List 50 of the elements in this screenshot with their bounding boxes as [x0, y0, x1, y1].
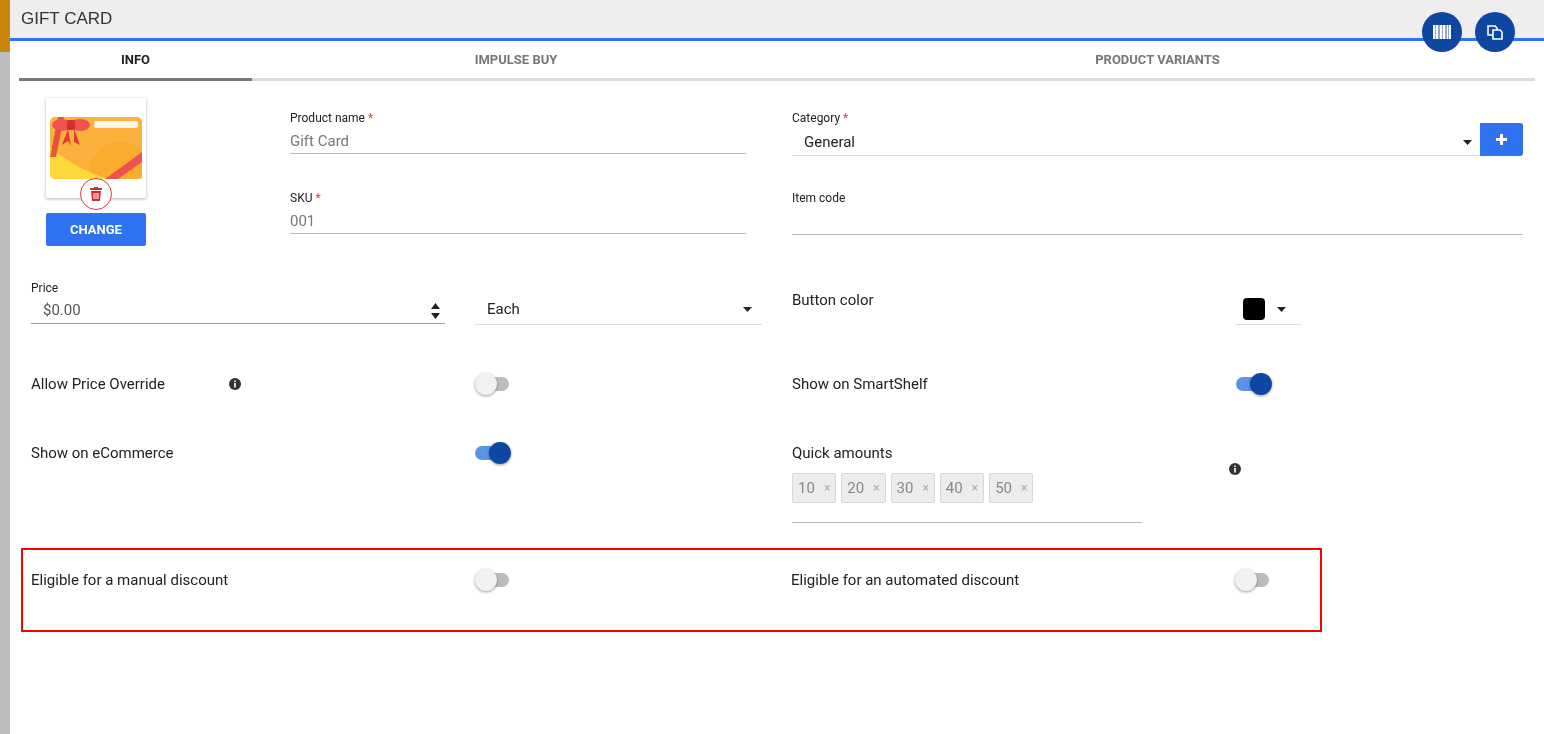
- field-label: SKU: [290, 192, 313, 204]
- caret-icon: [743, 306, 752, 312]
- product-name-field[interactable]: Gift Card: [290, 130, 746, 154]
- toggle-switch[interactable]: [475, 442, 511, 464]
- toggle-switch[interactable]: [475, 569, 511, 591]
- setting-label: Eligible for an automated discount: [791, 570, 1021, 591]
- sku-field[interactable]: 001: [290, 210, 746, 234]
- amount-chip[interactable]: 30 ×: [890, 473, 935, 503]
- quick-amounts-field[interactable]: 10 × 20 × 30 × 40 × 50 ×: [792, 473, 1142, 523]
- toggle-switch[interactable]: [1235, 569, 1271, 591]
- price-field[interactable]: $0.00: [31, 298, 445, 324]
- toggle-switch[interactable]: [1236, 373, 1272, 395]
- field-label: Item code: [792, 192, 846, 204]
- setting-label: Show on SmartShelf: [792, 373, 929, 395]
- setting-label: Show on eCommerce: [31, 442, 175, 464]
- barcode-button[interactable]: [1422, 12, 1462, 52]
- setting-label: Allow Price Override: [31, 373, 167, 395]
- delete-button[interactable]: [80, 178, 112, 210]
- field-label: Price: [31, 282, 60, 294]
- change-button[interactable]: CHANGE: [46, 213, 146, 246]
- unit-select[interactable]: Each: [475, 294, 762, 325]
- setting-label: Quick amounts: [792, 443, 894, 464]
- required-mark: *: [843, 112, 849, 124]
- tab[interactable]: INFO: [19, 41, 252, 81]
- info-icon[interactable]: [1229, 463, 1241, 475]
- add-category-button[interactable]: [1480, 123, 1523, 156]
- info-icon[interactable]: [229, 378, 241, 390]
- tab[interactable]: IMPULSE BUY: [252, 41, 780, 81]
- barcode-icon: [1433, 25, 1451, 39]
- toggle-switch[interactable]: [475, 373, 511, 395]
- amount-chip[interactable]: 10 ×: [792, 473, 837, 503]
- setting-label: Eligible for a manual discount: [31, 570, 230, 591]
- copy-icon: [1486, 23, 1504, 41]
- field-label: Category: [792, 112, 841, 124]
- required-mark: *: [315, 192, 321, 204]
- field-label: Product name: [290, 112, 365, 124]
- tab[interactable]: PRODUCT VARIANTS: [780, 41, 1535, 81]
- plus-icon: [1496, 134, 1507, 145]
- caret-icon: [1277, 306, 1286, 312]
- amount-chip[interactable]: 20 ×: [841, 473, 886, 503]
- required-mark: *: [368, 112, 374, 124]
- stepper-icon: [431, 301, 440, 320]
- field-label: Button color: [792, 291, 874, 309]
- amount-chip[interactable]: 50 ×: [989, 473, 1034, 503]
- caret-icon: [1463, 139, 1472, 145]
- window-title: GIFT CARD: [21, 8, 113, 31]
- amount-chip[interactable]: 40 ×: [939, 473, 985, 503]
- trash-icon: [90, 187, 102, 201]
- copy-button[interactable]: [1475, 12, 1515, 52]
- category-select[interactable]: General: [792, 129, 1480, 156]
